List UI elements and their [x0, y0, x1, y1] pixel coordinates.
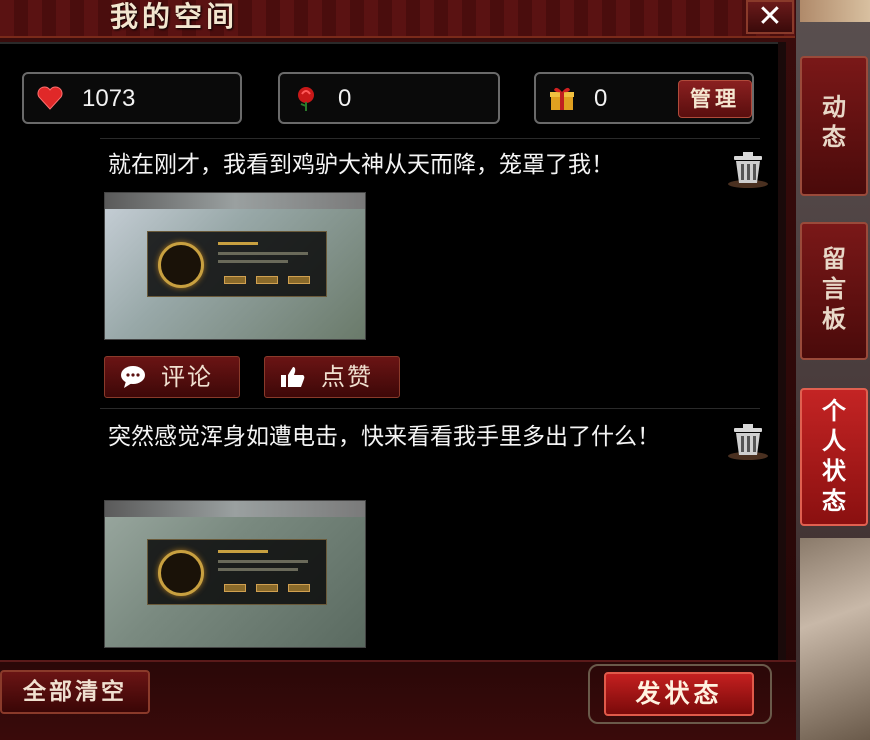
post-divider [100, 138, 760, 139]
likes-count: 1073 [82, 85, 136, 112]
post-status-button[interactable]: 发状态 [604, 672, 754, 716]
thumb-mini-button [288, 276, 310, 284]
comment-button[interactable]: 评论 [104, 356, 240, 398]
like-label: 点赞 [321, 363, 373, 391]
tab-char: 个 [822, 396, 846, 425]
tab-char: 态 [822, 486, 846, 515]
thumb-mini-button [224, 276, 246, 284]
manage-gifts-button[interactable]: 管理 [678, 80, 752, 118]
tab-dynamics-label: 动态 [802, 92, 866, 152]
thumb-text-line [218, 568, 298, 571]
tab-char: 留 [822, 244, 846, 273]
speech-bubble-icon [119, 365, 147, 389]
item-ring-icon [158, 550, 204, 596]
scrollbar[interactable] [778, 42, 786, 662]
tab-personal-status[interactable]: 个人状态 [800, 388, 868, 526]
thumb-item-dialog [147, 539, 327, 605]
tab-char: 言 [822, 274, 846, 303]
close-button[interactable]: ✕ [746, 0, 794, 34]
title-bar: 我的空间 [0, 0, 795, 38]
side-top-artwork [800, 0, 870, 22]
tab-char: 人 [822, 426, 846, 455]
thumb-mini-button [256, 584, 278, 592]
tab-personal-status-label: 个人状态 [802, 396, 866, 516]
post-1-text: 就在刚才，我看到鸡驴大神从天而降，笼罩了我！ [108, 152, 614, 178]
comment-label: 评论 [161, 363, 213, 391]
thumb-text-line [218, 260, 288, 263]
thumb-top-bar [105, 501, 365, 517]
post-2-text: 突然感觉浑身如遭电击，快来看看我手里多出了什么！ [108, 424, 660, 450]
flowers-stat: 0 [278, 72, 500, 124]
thumb-mini-button [256, 276, 278, 284]
gift-icon [548, 84, 576, 112]
gifts-count: 0 [594, 85, 608, 112]
flowers-count: 0 [338, 85, 352, 112]
clear-all-button[interactable]: 全部清空 [0, 670, 150, 714]
thumb-item-dialog [147, 231, 327, 297]
tab-message-board[interactable]: 留言板 [800, 222, 868, 360]
tab-message-board-label: 留言板 [802, 244, 866, 334]
heart-icon [36, 84, 64, 112]
tab-char: 状 [822, 456, 846, 485]
thumb-text-line [218, 550, 268, 553]
gifts-stat: 0 管理 [534, 72, 754, 124]
tab-dynamics[interactable]: 动态 [800, 56, 868, 196]
likes-stat: 1073 [22, 72, 242, 124]
trash-icon[interactable] [726, 146, 770, 190]
item-ring-icon [158, 242, 204, 288]
thumb-mini-button [288, 584, 310, 592]
like-button[interactable]: 点赞 [264, 356, 400, 398]
post-status-button-frame: 发状态 [588, 664, 772, 724]
thumbs-up-icon [279, 365, 307, 389]
post-1-screenshot[interactable] [104, 192, 366, 340]
thumb-top-bar [105, 193, 365, 209]
post-2-screenshot[interactable] [104, 500, 366, 648]
thumb-text-line [218, 252, 308, 255]
thumb-text-line [218, 560, 308, 563]
window-title: 我的空间 [110, 0, 239, 33]
tab-char: 板 [822, 304, 846, 333]
tab-char: 动 [822, 92, 846, 121]
thumb-text-line [218, 242, 258, 245]
post-divider [100, 408, 760, 409]
thumb-mini-button [224, 584, 246, 592]
tab-char: 态 [822, 122, 846, 151]
trash-icon[interactable] [726, 418, 770, 462]
rose-icon [292, 84, 320, 112]
side-bottom-artwork [800, 538, 870, 740]
